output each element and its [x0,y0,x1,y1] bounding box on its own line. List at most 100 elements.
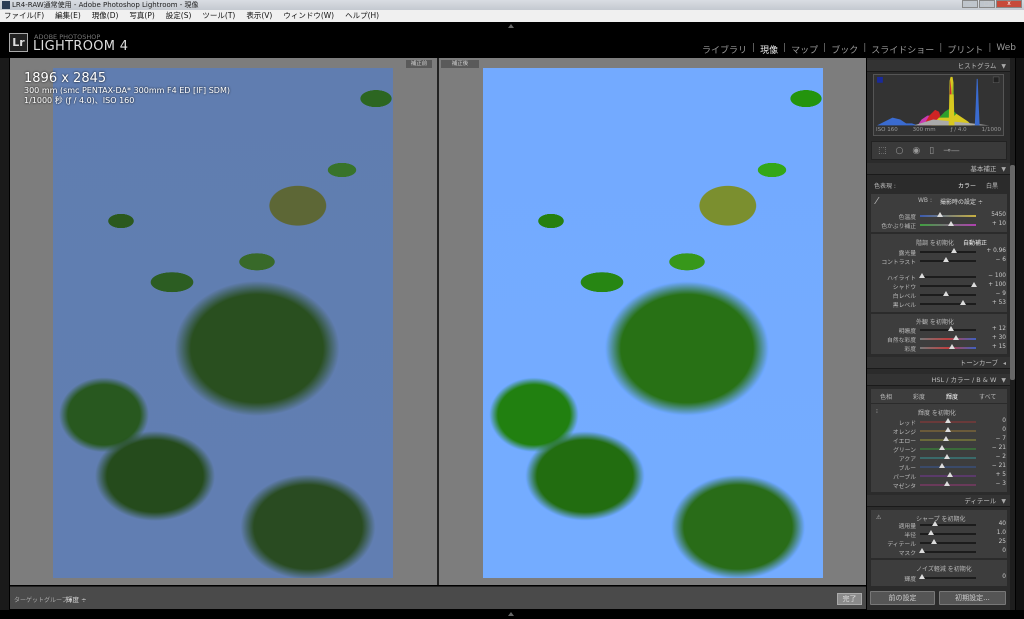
sharpen-slider-value[interactable]: 0 [1002,548,1006,554]
module-4[interactable]: スライドショー [871,43,934,56]
presence-slider-handle[interactable] [953,335,960,340]
noise-reset[interactable]: ノイズ軽減 を初期化 [916,564,972,573]
menu-file[interactable]: ファイル(F) [4,10,44,22]
before-photo[interactable] [53,68,393,578]
crop-icon[interactable]: ⬚ [878,146,887,156]
hsl-slider-handle[interactable] [946,472,953,477]
wb-select[interactable]: 撮影時の設定 ÷ [940,197,983,206]
tone-slider-handle[interactable] [943,257,950,262]
wb-eyedropper-icon[interactable]: ⁄ [876,196,878,207]
tone-slider-handle[interactable] [918,273,925,278]
menu-edit[interactable]: 編集(E) [55,10,81,22]
tone-slider-value[interactable]: − 9 [996,291,1006,297]
hsl-slider-handle[interactable] [945,418,951,423]
detail-header[interactable]: ディテール ▼ [867,495,1011,507]
sharpen-slider-handle[interactable] [928,530,935,535]
tone-slider-track[interactable] [920,285,976,287]
module-6[interactable]: Web [996,43,1016,56]
after-photo[interactable] [483,68,823,578]
graduated-filter-icon[interactable]: ▯ [929,146,934,156]
minimize-button[interactable]: – [962,0,978,8]
presence-slider-handle[interactable] [948,326,955,331]
tone-slider-value[interactable]: − 100 [988,273,1006,279]
maximize-button[interactable]: □ [979,0,995,8]
reset-button[interactable]: 初期設定... [939,591,1006,605]
hsl-slider-value[interactable]: − 21 [992,463,1006,469]
hsl-slider-value[interactable]: − 7 [996,436,1006,442]
done-button[interactable]: 完了 [837,593,862,605]
tone-slider-value[interactable]: + 100 [988,282,1006,288]
sharpen-slider-track[interactable] [920,524,976,526]
menu-develop[interactable]: 現像(D) [92,10,119,22]
hsl-tab[interactable]: 色相 [880,392,892,401]
hsl-slider-handle[interactable] [939,463,946,468]
target-group-select[interactable]: 輝度 ÷ [66,594,87,604]
presence-slider-track[interactable] [920,338,976,340]
tone-slider-value[interactable]: + 53 [992,300,1006,306]
sharpen-slider-track[interactable] [920,551,976,553]
presence-slider-handle[interactable] [948,344,955,349]
noise-slider-handle[interactable] [918,574,925,579]
hsl-slider-handle[interactable] [943,481,950,486]
presence-slider-value[interactable]: + 30 [992,335,1006,341]
menu-help[interactable]: ヘルプ(H) [345,10,379,22]
hsl-slider-handle[interactable] [942,436,949,441]
hsl-slider-handle[interactable] [939,445,946,450]
hsl-slider-value[interactable]: − 3 [996,481,1006,487]
module-3[interactable]: ブック [831,43,858,56]
sharpen-slider-handle[interactable] [932,521,939,526]
tone-slider-handle[interactable] [950,248,957,253]
hsl-tab[interactable]: 輝度 [946,392,958,401]
sharpen-slider-value[interactable]: 25 [999,539,1006,545]
left-panel-collapsed[interactable] [0,58,9,610]
sharpen-slider-handle[interactable] [918,548,925,553]
noise-slider-track[interactable] [920,577,976,579]
filmstrip-toggle-icon[interactable] [508,612,514,616]
tone-slider-track[interactable] [920,276,976,278]
tone-slider-value[interactable]: − 6 [996,257,1006,263]
hsl-tab[interactable]: 彩度 [913,392,925,401]
treatment-bw[interactable]: 白黒 [986,181,998,190]
module-5[interactable]: プリント [947,43,983,56]
wb-slider-handle[interactable] [936,212,943,217]
menu-photo[interactable]: 写真(P) [129,10,154,22]
wb-slider-handle[interactable] [948,221,955,226]
wb-slider-track[interactable] [920,215,976,217]
presence-slider-value[interactable]: + 12 [992,326,1006,332]
hsl-reset[interactable]: 輝度 を初期化 [918,408,956,417]
tone-slider-handle[interactable] [943,291,950,296]
module-0[interactable]: ライブラリ [702,43,747,56]
tone-slider-track[interactable] [920,251,976,253]
scrollbar-thumb[interactable] [1010,165,1015,380]
hsl-slider-handle[interactable] [945,427,951,432]
auto-tone-button[interactable]: 自動補正 [963,238,987,247]
wb-slider-value[interactable]: + 10 [992,221,1006,227]
wb-slider-value[interactable]: 5450 [991,212,1006,218]
menu-view[interactable]: 表示(V) [246,10,272,22]
previous-settings-button[interactable]: 前の設定 [870,591,935,605]
tone-slider-track[interactable] [920,303,976,305]
sharpen-slider-value[interactable]: 40 [999,521,1006,527]
menu-tools[interactable]: ツール(T) [202,10,235,22]
hsl-slider-track[interactable] [920,466,976,468]
treatment-color[interactable]: カラー [958,181,976,190]
spot-removal-icon[interactable]: ○ [896,146,904,156]
tone-reset[interactable]: 階調 を初期化 [916,238,954,247]
targeted-adjustment-icon[interactable]: ⁝ [876,408,878,415]
hsl-slider-track[interactable] [920,448,976,450]
sharpen-slider-value[interactable]: 1.0 [997,530,1006,536]
basic-header[interactable]: 基本補正 ▼ [867,163,1011,175]
close-button[interactable]: x [996,0,1022,8]
hsl-slider-value[interactable]: 0 [1002,418,1006,424]
menu-window[interactable]: ウィンドウ(W) [283,10,334,22]
hsl-slider-value[interactable]: − 2 [996,454,1006,460]
tone-slider-handle[interactable] [959,300,966,305]
noise-slider-value[interactable]: 0 [1002,574,1006,580]
tone-curve-header[interactable]: トーンカーブ ◂ [867,357,1011,369]
red-eye-icon[interactable]: ◉ [912,146,920,156]
hsl-slider-value[interactable]: − 21 [992,445,1006,451]
tone-slider-value[interactable]: + 0.96 [986,248,1006,254]
top-panel-toggle-icon[interactable] [508,24,514,28]
module-2[interactable]: マップ [791,43,818,56]
module-1[interactable]: 現像 [760,43,778,56]
